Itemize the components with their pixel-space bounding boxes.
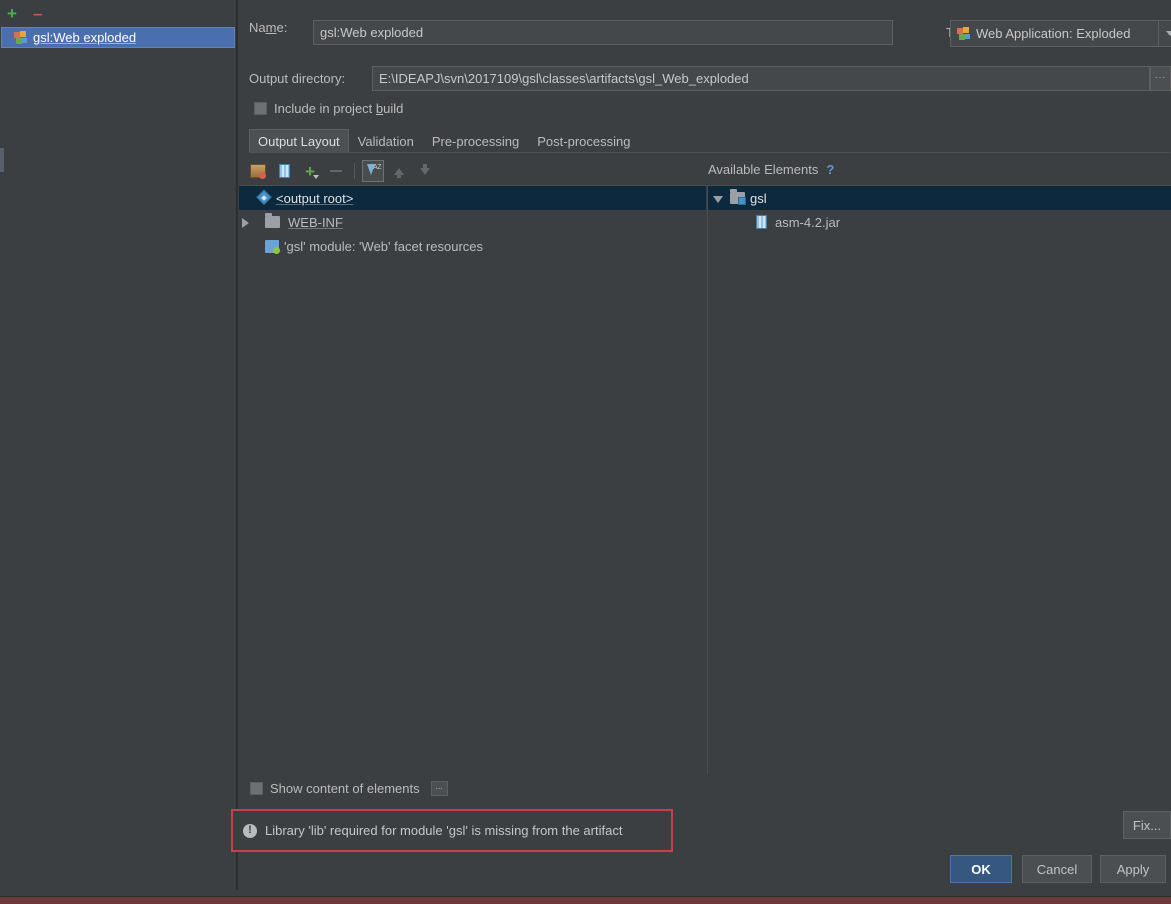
dialog-footer: OK Cancel Apply xyxy=(0,847,1171,895)
apply-button[interactable]: Apply xyxy=(1100,855,1166,883)
arrow-down-icon xyxy=(418,163,432,179)
artifact-editor-panel: Name: Type: Web Application: Exploded Ou… xyxy=(231,0,1171,855)
artifact-exploded-icon xyxy=(14,31,27,44)
add-library-button[interactable] xyxy=(273,160,295,182)
move-down-button[interactable] xyxy=(414,160,436,182)
type-selected-value: Web Application: Exploded xyxy=(976,26,1131,41)
tab-post-processing[interactable]: Post-processing xyxy=(528,129,639,152)
tab-pre-processing[interactable]: Pre-processing xyxy=(423,129,528,152)
name-label: Name: xyxy=(249,20,288,35)
artifacts-toolbar: + – xyxy=(0,0,236,27)
editor-tabs: Output Layout Validation Pre-processing … xyxy=(249,129,1170,153)
tree-twisty xyxy=(239,240,252,253)
tree-row-label: gsl xyxy=(750,190,767,206)
move-up-button[interactable] xyxy=(388,160,410,182)
remove-element-button[interactable] xyxy=(325,160,347,182)
tree-row[interactable]: WEB-INF xyxy=(239,210,706,234)
jar-library-icon xyxy=(278,164,290,178)
output-layout-toolbar: + xyxy=(239,158,1171,184)
ok-button[interactable]: OK xyxy=(950,855,1012,883)
show-content-label: Show content of elements xyxy=(270,781,420,796)
chevron-right-icon[interactable] xyxy=(239,216,252,229)
available-elements-tree[interactable]: gsl asm-4.2.jar xyxy=(707,185,1171,774)
error-message-text: Library 'lib' required for module 'gsl' … xyxy=(265,823,623,838)
scrollbar-thumb[interactable] xyxy=(0,148,4,172)
tree-row[interactable]: asm-4.2.jar xyxy=(708,210,1171,234)
artifacts-list-panel: + – gsl:Web exploded xyxy=(0,0,237,890)
tree-twisty xyxy=(708,216,721,229)
tab-output-layout[interactable]: Output Layout xyxy=(249,129,349,152)
browse-output-directory-button[interactable]: ... xyxy=(1150,66,1171,91)
tree-row[interactable]: gsl xyxy=(708,186,1171,210)
tab-validation[interactable]: Validation xyxy=(349,129,423,152)
cancel-button[interactable]: Cancel xyxy=(1022,855,1092,883)
include-in-build-row[interactable]: Include in project build xyxy=(254,101,403,116)
window-bottom-strip xyxy=(0,896,1171,904)
folder-icon xyxy=(265,213,280,228)
show-content-options-button[interactable]: ... xyxy=(430,781,448,796)
tree-row-label: asm-4.2.jar xyxy=(775,214,841,230)
chevron-down-icon[interactable] xyxy=(712,192,725,205)
sort-button[interactable] xyxy=(362,160,384,182)
output-directory-label: Output directory: xyxy=(249,71,346,86)
add-artifact-icon[interactable]: + xyxy=(7,5,17,22)
list-item[interactable]: gsl:Web exploded xyxy=(1,27,235,48)
artifacts-list: gsl:Web exploded xyxy=(0,27,236,48)
chevron-down-icon[interactable] xyxy=(1158,21,1171,46)
toolbar-separator xyxy=(354,163,355,179)
error-message-box: ! Library 'lib' required for module 'gsl… xyxy=(231,809,673,852)
plus-dropdown-icon: + xyxy=(305,161,319,181)
show-content-checkbox[interactable] xyxy=(250,782,263,795)
output-root-icon xyxy=(254,188,274,208)
include-in-build-label: Include in project build xyxy=(274,101,404,116)
available-elements-label: Available Elements xyxy=(708,162,819,177)
remove-artifact-icon[interactable]: – xyxy=(33,5,42,22)
warning-icon: ! xyxy=(243,823,257,838)
available-elements-header: Available Elements ? xyxy=(708,162,834,177)
name-row: Name: Type: Web Application: Exploded xyxy=(249,20,1171,47)
output-directory-row: Output directory: ... xyxy=(249,66,1171,92)
type-combobox[interactable]: Web Application: Exploded xyxy=(950,20,1171,47)
tree-row-label: <output root> xyxy=(276,190,354,206)
tree-row-label: WEB-INF xyxy=(288,214,343,230)
name-input[interactable] xyxy=(313,20,893,45)
tree-twisty xyxy=(239,192,252,205)
folder-add-icon xyxy=(250,164,266,179)
fix-button[interactable]: Fix... xyxy=(1123,811,1171,839)
show-content-row[interactable]: Show content of elements ... xyxy=(250,781,448,796)
arrow-up-icon xyxy=(392,163,406,179)
add-directory-button[interactable] xyxy=(247,160,269,182)
output-directory-input[interactable] xyxy=(372,66,1150,91)
module-folder-icon xyxy=(730,189,746,205)
sort-az-icon xyxy=(366,164,381,178)
output-layout-tree[interactable]: <output root> WEB-INF 'gsl' module: 'Web… xyxy=(239,185,706,774)
help-icon[interactable]: ? xyxy=(826,162,834,177)
add-copy-button[interactable]: + xyxy=(299,160,321,182)
include-in-build-checkbox[interactable] xyxy=(254,102,267,115)
jar-file-icon xyxy=(756,215,767,229)
artifact-exploded-icon xyxy=(957,27,970,40)
tree-row-label: 'gsl' module: 'Web' facet resources xyxy=(284,238,483,254)
minus-icon xyxy=(330,170,342,172)
tree-row[interactable]: 'gsl' module: 'Web' facet resources xyxy=(239,234,706,258)
tree-row[interactable]: <output root> xyxy=(239,186,706,210)
module-facet-icon xyxy=(265,239,280,254)
artifact-name-label: gsl:Web exploded xyxy=(33,30,137,45)
